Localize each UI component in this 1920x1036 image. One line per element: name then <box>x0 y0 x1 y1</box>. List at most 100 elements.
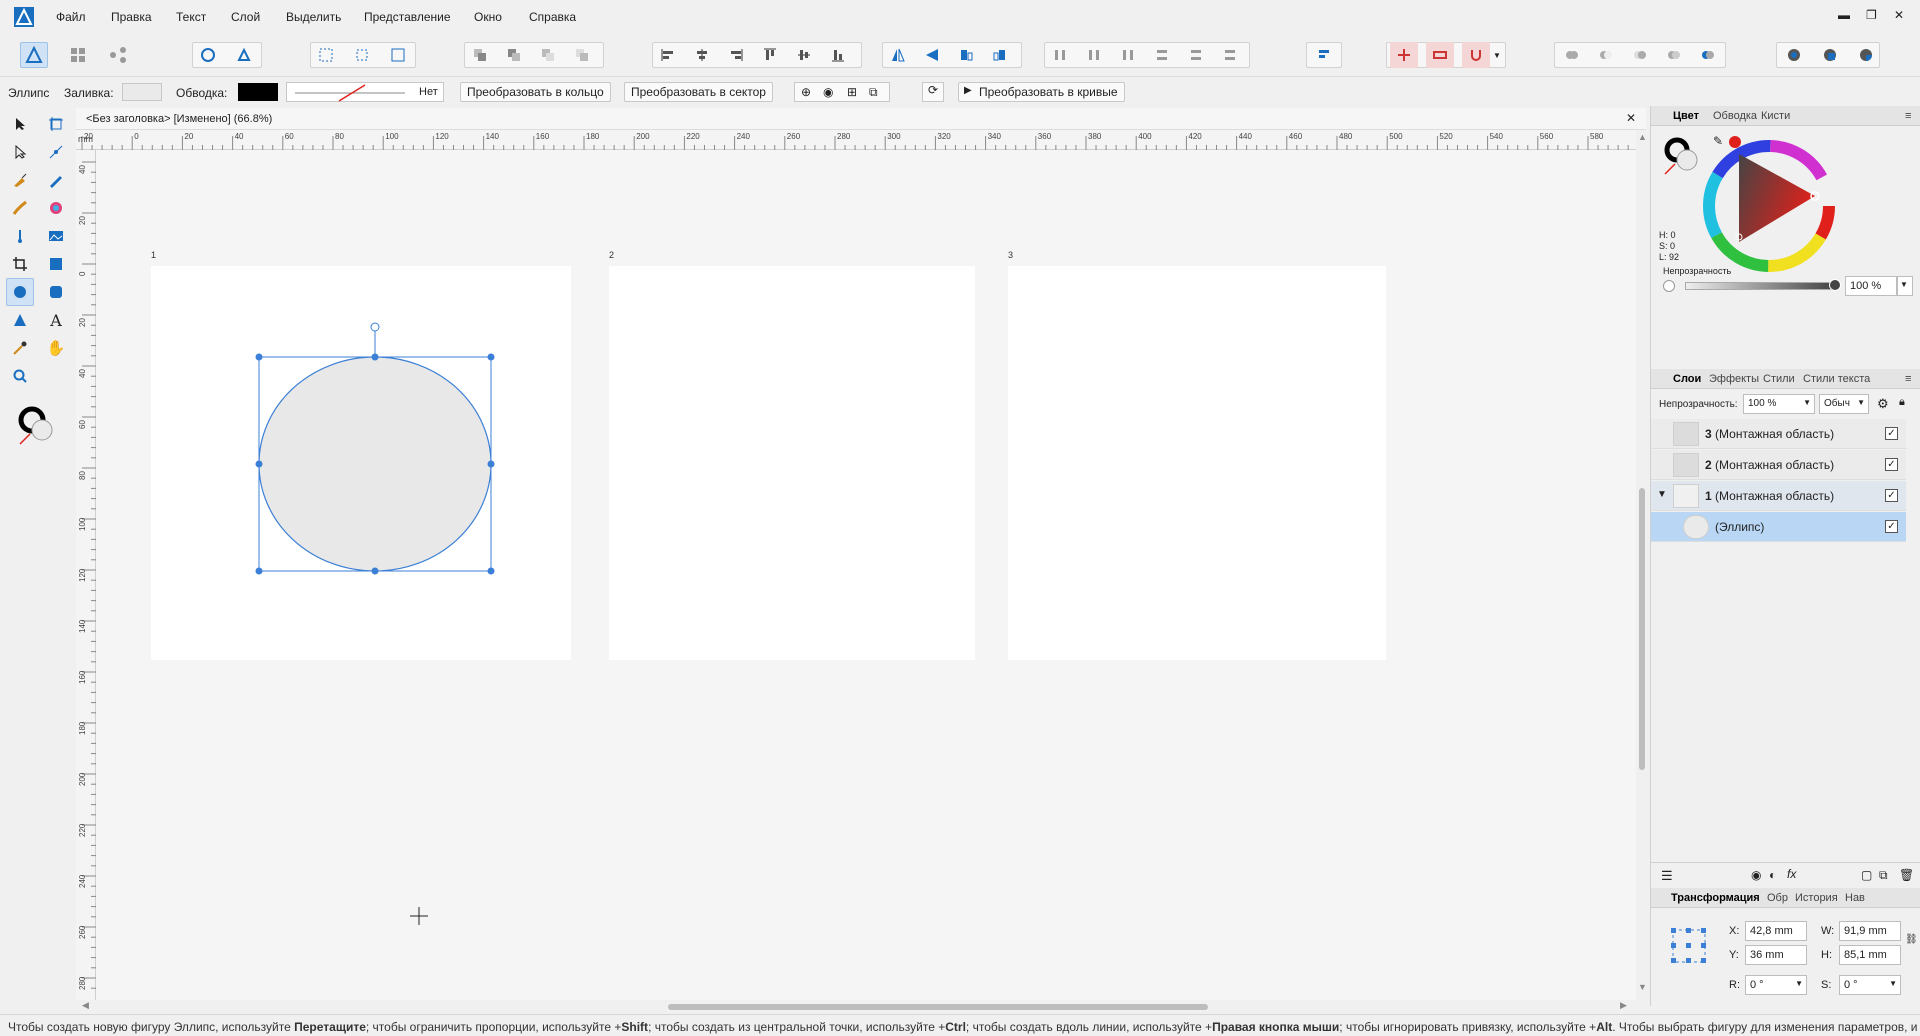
handle-br[interactable] <box>487 567 495 575</box>
layer-opacity-field[interactable]: 100 % ▼ <box>1743 394 1815 414</box>
layers-stack-icon[interactable]: ☰ <box>1661 868 1673 884</box>
tab-text-styles[interactable]: Стили текста <box>1803 373 1870 385</box>
vertical-scrollbar[interactable]: ▲ ▼ <box>1636 130 1648 1000</box>
stroke-style-selector[interactable]: Нет <box>286 82 444 102</box>
scroll-up-icon[interactable]: ▲ <box>1638 132 1647 142</box>
canvas-area[interactable]: 1 2 3 <box>96 150 1636 1000</box>
transparency-tool-icon[interactable] <box>8 224 32 248</box>
pixel-persona-icon[interactable] <box>64 42 92 68</box>
layer-visibility-checkbox[interactable]: ✓ <box>1885 489 1898 502</box>
boolean-xor-icon[interactable] <box>1660 42 1688 68</box>
handle-mr[interactable] <box>487 460 495 468</box>
distribute-icon-4[interactable] <box>1148 42 1176 68</box>
crop-tool-icon[interactable] <box>8 252 32 276</box>
rotate-left-icon[interactable] <box>952 42 980 68</box>
vertical-ruler[interactable]: 40 20 0 20 40 60 80 100 120 140 160 180 200 220 240 260… <box>76 150 96 1000</box>
blend-mode-select[interactable]: Обыч ▼ <box>1819 394 1869 414</box>
pencil-tool-icon[interactable] <box>44 168 68 192</box>
color-panel-swatch[interactable] <box>1663 136 1703 176</box>
insert-behind-icon[interactable] <box>1816 42 1844 68</box>
vector-brush-icon[interactable] <box>8 196 32 220</box>
minimize-icon[interactable]: ▬ <box>1838 8 1850 22</box>
tab-effects[interactable]: Эффекты <box>1709 373 1759 385</box>
horizontal-scroll-thumb[interactable] <box>668 1004 1208 1010</box>
tab-transform[interactable]: Трансформация <box>1671 892 1760 904</box>
mask-icon[interactable]: ◉ <box>1751 868 1761 882</box>
menu-select[interactable]: Выделить <box>286 10 341 24</box>
color-picker-icon[interactable] <box>8 336 32 360</box>
align-right-icon[interactable] <box>722 42 750 68</box>
stroke-swatch[interactable] <box>238 83 278 101</box>
layer-visibility-checkbox[interactable]: ✓ <box>1885 458 1898 471</box>
rounded-rect-tool-icon[interactable] <box>44 280 68 304</box>
layers-menu-icon[interactable]: ≡ <box>1905 373 1911 385</box>
text-tool-icon[interactable]: A <box>44 308 68 332</box>
arrange-backward-icon[interactable] <box>500 42 528 68</box>
arrange-back-icon[interactable] <box>466 42 494 68</box>
snap-dropdown-icon[interactable]: ▼ <box>1490 42 1504 68</box>
link-aspect-icon[interactable]: ⛓︎ <box>1905 934 1918 945</box>
convert-to-sector-button[interactable]: Преобразовать в сектор <box>624 82 773 102</box>
color-opacity-dropdown-icon[interactable]: ▼ <box>1897 276 1913 296</box>
menu-file[interactable]: Файл <box>56 10 86 24</box>
distribute-icon-1[interactable] <box>1046 42 1074 68</box>
boolean-divide-icon[interactable] <box>1694 42 1722 68</box>
opacity-slider-thumb[interactable] <box>1829 279 1841 291</box>
lock-icon[interactable]: 🔒︎ <box>1899 396 1905 409</box>
delete-layer-icon[interactable]: 🗑︎ <box>1899 868 1914 882</box>
layer-row[interactable]: 3 (Монтажная область) ✓ <box>1651 419 1906 449</box>
transform-icon-2[interactable] <box>348 42 376 68</box>
handle-ml[interactable] <box>255 460 263 468</box>
rotation-field[interactable]: 0 ° ▼ <box>1745 975 1807 995</box>
document-tab[interactable]: <Без заголовка> [Изменено] (66.8%) ✕ <box>76 108 1646 130</box>
geometry-icon[interactable] <box>230 42 258 68</box>
layer-row[interactable]: 2 (Монтажная область) ✓ <box>1651 450 1906 480</box>
triangle-tool-icon[interactable] <box>8 308 32 332</box>
tab-stroke[interactable]: Обводка <box>1713 110 1757 122</box>
menu-edit[interactable]: Правка <box>111 10 152 24</box>
align-middle-icon[interactable] <box>790 42 818 68</box>
handle-tl[interactable] <box>255 353 263 361</box>
hand-tool-icon[interactable]: ✋ <box>44 336 68 360</box>
scroll-left-icon[interactable]: ◀ <box>82 1000 89 1011</box>
align-top-icon[interactable] <box>756 42 784 68</box>
align-left-icon[interactable] <box>654 42 682 68</box>
tab-color[interactable]: Цвет <box>1673 110 1699 122</box>
designer-persona-icon[interactable] <box>20 42 48 68</box>
tab-styles[interactable]: Стили <box>1763 373 1795 385</box>
convert-to-curves-button[interactable]: ▶ Преобразовать в кривые <box>958 82 1125 102</box>
tab-shape[interactable]: Обр <box>1767 892 1788 904</box>
menu-help[interactable]: Справка <box>529 10 576 24</box>
expand-chevron-icon[interactable]: ▼ <box>1657 489 1667 500</box>
bounds-icon[interactable]: ⧉ <box>869 85 878 100</box>
distribute-icon-6[interactable] <box>1216 42 1244 68</box>
snap-grid-icon[interactable] <box>1390 42 1418 68</box>
eye-icon[interactable]: ◉ <box>823 85 833 99</box>
fill-swatch[interactable] <box>122 83 162 101</box>
distribute-icon-2[interactable] <box>1080 42 1108 68</box>
shear-field[interactable]: 0 ° ▼ <box>1839 975 1901 995</box>
y-field[interactable]: 36 mm <box>1745 945 1807 965</box>
transform-icon-1[interactable] <box>312 42 340 68</box>
ellipse-shape[interactable] <box>258 356 492 572</box>
duplicate-layer-icon[interactable]: ⧉ <box>1879 868 1888 883</box>
x-field[interactable]: 42,8 mm <box>1745 921 1807 941</box>
insert-top-icon[interactable] <box>1852 42 1880 68</box>
boolean-intersect-icon[interactable] <box>1626 42 1654 68</box>
layer-settings-gear-icon[interactable]: ⚙ <box>1877 396 1889 412</box>
close-document-icon[interactable]: ✕ <box>1626 111 1636 125</box>
arrange-forward-icon[interactable] <box>534 42 562 68</box>
adjustment-icon[interactable]: ◐ <box>1769 868 1776 882</box>
menu-view[interactable]: Представление <box>364 10 451 24</box>
pen-tool-icon[interactable] <box>8 168 32 192</box>
artboard-tool-icon[interactable] <box>44 112 68 136</box>
insert-inside-icon[interactable] <box>1780 42 1808 68</box>
boolean-subtract-icon[interactable] <box>1592 42 1620 68</box>
export-persona-icon[interactable] <box>104 42 132 68</box>
panel-menu-icon[interactable]: ≡ <box>1905 110 1911 122</box>
close-window-icon[interactable]: ✕ <box>1894 8 1904 22</box>
horizontal-scrollbar[interactable]: ◀ ▶ <box>80 1000 1640 1014</box>
add-layer-icon[interactable]: ▢ <box>1861 868 1872 882</box>
vertical-scroll-thumb[interactable] <box>1639 488 1645 770</box>
tab-history[interactable]: История <box>1795 892 1838 904</box>
